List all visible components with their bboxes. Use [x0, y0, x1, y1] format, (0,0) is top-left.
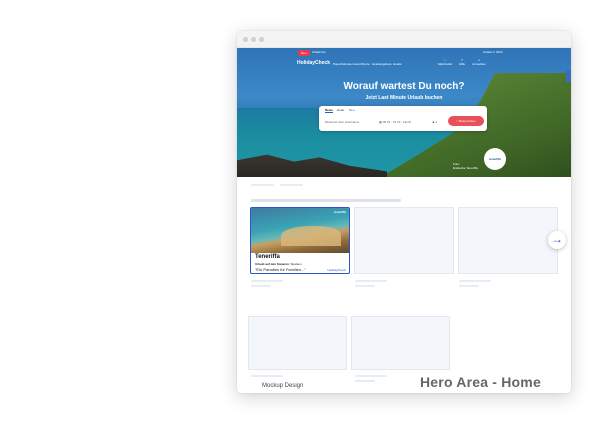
card-placeholder — [351, 316, 450, 370]
search-box: Reise Hotel Neu Reiseziel oder Hotelname… — [319, 106, 487, 131]
tab-new-badge: Neu — [349, 108, 355, 112]
mockup-subtitle: Mockup Design — [262, 383, 304, 389]
card-subtitle: Urlaub auf den Kanaren, Spanien — [255, 262, 302, 266]
skeleton-line — [355, 285, 375, 287]
card-subtitle-bold: Urlaub auf den Kanaren — [255, 262, 289, 266]
window-maximize-dot[interactable] — [259, 37, 264, 42]
window-close-dot[interactable] — [243, 37, 248, 42]
browser-titlebar — [237, 31, 571, 48]
mockup-title: Hero Area - Home — [420, 374, 541, 390]
dates-field[interactable]: ▦ 08.03 - 22.03 · Flexib. — [379, 118, 419, 126]
nav-item-pauschalreisen[interactable]: Pauschalreisen — [333, 62, 354, 66]
wishlist-button[interactable]: ♡ Merkzettel — [436, 58, 454, 68]
caption-line-2: Entdecke Teneriffa — [453, 166, 478, 170]
search-button-label: Reise finden — [458, 119, 476, 123]
skeleton-line — [251, 184, 274, 186]
window-minimize-dot[interactable] — [251, 37, 256, 42]
tenerife-partner-logo[interactable]: teneriffa — [484, 148, 506, 170]
skeleton-line — [355, 280, 387, 282]
skeleton-line — [355, 380, 375, 382]
card-brand: HolidayCheck — [327, 268, 346, 272]
wishlist-label: Merkzettel — [438, 62, 452, 66]
skeleton-line — [355, 375, 387, 377]
help-button[interactable]: ? Hilfe — [453, 58, 471, 68]
search-icon: ⌕ — [456, 119, 459, 123]
skeleton-line — [251, 280, 283, 282]
new-badge: Neu — [298, 50, 310, 56]
search-button[interactable]: ⌕ Reise finden — [448, 116, 484, 126]
card-image: teneriffa — [251, 208, 349, 253]
card-beach-shape — [281, 226, 341, 246]
card-subtitle-rest: , Spanien — [288, 262, 302, 266]
skeleton-line — [251, 375, 283, 377]
card-placeholder — [354, 207, 454, 274]
skeleton-line — [280, 184, 303, 186]
card-partner-logo: teneriffa — [334, 210, 346, 214]
card-title: Teneriffa — [255, 254, 280, 260]
site-logo[interactable]: HolidayCheck — [297, 60, 330, 66]
card-placeholder — [458, 207, 558, 274]
destination-input[interactable]: Reiseziel oder Hotelname — [325, 118, 375, 126]
dates-value: 08.03 - 22.03 · Flexib. — [382, 120, 412, 124]
promo-link[interactable]: Urlaub bei — [312, 50, 326, 54]
top-navigation: Neu Urlaub bei Urlaub in Sicht HolidayCh… — [237, 48, 571, 82]
calendar-icon: ▦ — [379, 120, 382, 124]
destination-card-teneriffa[interactable]: teneriffa Teneriffa Urlaub auf den Kanar… — [250, 207, 350, 274]
tab-reise[interactable]: Reise — [325, 108, 334, 113]
nav-item-hotels[interactable]: Hotels — [393, 62, 402, 66]
help-label: Hilfe — [458, 62, 465, 66]
hero-subheadline: Jetzt Last Minute Urlaub buchen — [365, 95, 443, 101]
login-label: Anmelden — [472, 62, 486, 66]
travelers-field[interactable]: ♟ 2 — [432, 118, 446, 126]
arrow-right-icon: → — [551, 232, 563, 246]
card-placeholder — [248, 316, 347, 370]
nav-item-hotelangebote[interactable]: Hotelangebote — [372, 62, 392, 66]
hero-area: Neu Urlaub bei Urlaub in Sicht HolidayCh… — [237, 48, 571, 177]
skeleton-line — [251, 285, 271, 287]
account-link[interactable]: Urlaub in Sicht — [483, 50, 503, 54]
login-button[interactable]: ☺ Anmelden — [470, 58, 488, 68]
travelers-value: 2 — [435, 120, 438, 124]
card-quote: "Ein Paradies für Familien..." — [255, 267, 306, 272]
hero-headline: Worauf wartest Du noch? — [343, 81, 465, 92]
tab-hotel[interactable]: Hotel — [337, 108, 344, 112]
skeleton-line — [459, 285, 479, 287]
carousel-next-button[interactable]: → — [548, 231, 566, 249]
hero-photo-caption: Foto: Entdecke Teneriffa — [453, 162, 478, 170]
skeleton-heading — [251, 199, 401, 202]
skeleton-line — [459, 280, 491, 282]
nav-item-last-minute[interactable]: Last Minute — [354, 62, 370, 66]
person-icon: ♟ — [432, 120, 435, 124]
